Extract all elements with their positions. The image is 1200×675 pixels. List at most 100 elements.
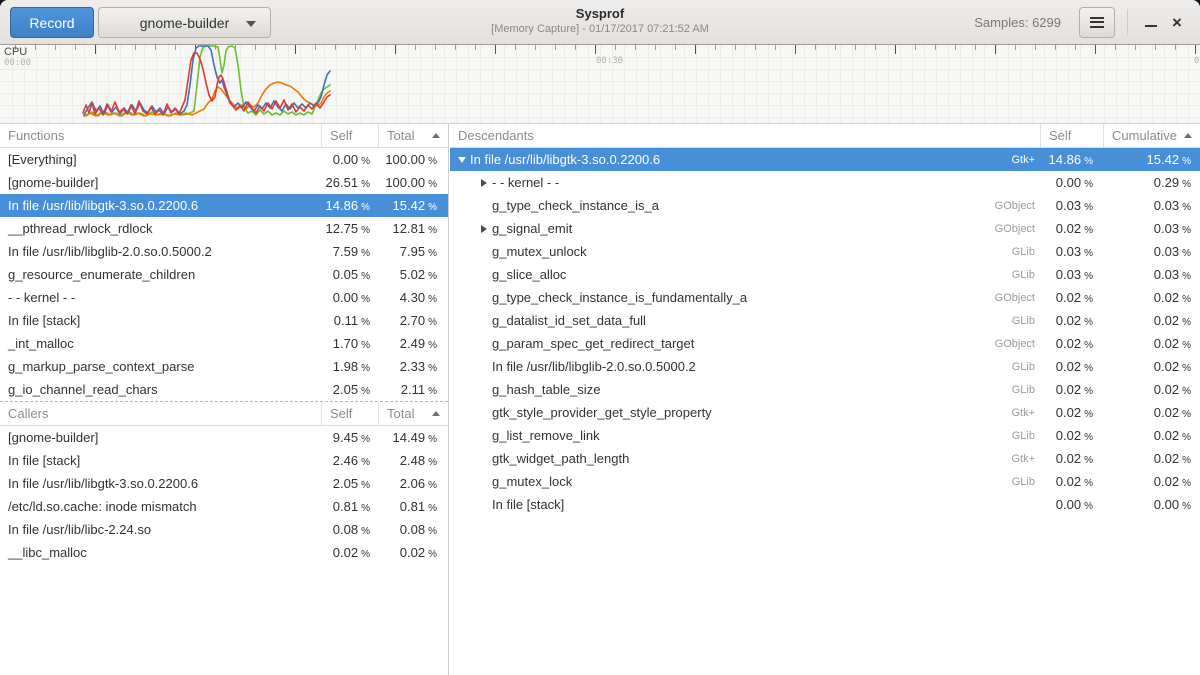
column-header-total[interactable]: Total: [378, 124, 448, 147]
percent-value: 100.00: [385, 175, 425, 190]
cell-function-name: - - kernel - -: [0, 290, 321, 305]
expander-closed-icon[interactable]: [476, 179, 492, 187]
column-header-functions[interactable]: Functions: [0, 124, 321, 147]
percent-value: 12.81: [393, 221, 426, 236]
table-row[interactable]: In file /usr/lib/libgtk-3.so.0.2200.614.…: [0, 194, 448, 217]
percent-value: 0.02: [1154, 474, 1179, 489]
menu-button[interactable]: [1079, 7, 1115, 38]
function-name-label: g_type_check_instance_is_fundamentally_a: [492, 290, 747, 305]
table-row[interactable]: In file /usr/lib/libgtk-3.so.0.2200.62.0…: [0, 472, 448, 495]
percent-sign: %: [1084, 363, 1093, 374]
close-button[interactable]: ×: [1164, 7, 1190, 38]
table-row[interactable]: [gnome-builder]26.51%100.00%: [0, 171, 448, 194]
cell-percent: 0.02%: [1103, 336, 1200, 351]
percent-sign: %: [1182, 317, 1191, 328]
library-badge: GLib: [1012, 269, 1040, 281]
minimize-button[interactable]: [1138, 7, 1164, 38]
percent-sign: %: [1182, 271, 1191, 282]
tree-row[interactable]: gtk_style_provider_get_style_propertyGtk…: [450, 401, 1200, 424]
table-row[interactable]: g_io_channel_read_chars2.05%2.11%: [0, 378, 448, 401]
cell-percent: 0.05%: [321, 267, 378, 282]
table-row[interactable]: In file /usr/lib/libc-2.24.so0.08%0.08%: [0, 518, 448, 541]
table-row[interactable]: [gnome-builder]9.45%14.49%: [0, 426, 448, 449]
percent-sign: %: [1084, 455, 1093, 466]
expander-closed-icon[interactable]: [476, 225, 492, 233]
table-row[interactable]: In file /usr/lib/libglib-2.0.so.0.5000.2…: [0, 240, 448, 263]
percent-value: 14.49: [393, 430, 426, 445]
column-header-self[interactable]: Self: [321, 402, 378, 425]
tree-row[interactable]: g_slice_allocGLib0.03%0.03%: [450, 263, 1200, 286]
function-name-label: g_mutex_unlock: [492, 244, 587, 259]
expander-open-icon[interactable]: [454, 157, 470, 163]
cell-function-name: - - kernel - -: [450, 175, 1040, 190]
tree-row[interactable]: - - kernel - -0.00%0.29%: [450, 171, 1200, 194]
tree-row[interactable]: g_param_spec_get_redirect_targetGObject0…: [450, 332, 1200, 355]
cell-percent: 0.03%: [1103, 221, 1200, 236]
cell-percent: 0.03%: [1040, 267, 1103, 282]
percent-value: 2.11: [401, 382, 425, 397]
library-badge: GObject: [995, 200, 1040, 212]
cell-function-name: /etc/ld.so.cache: inode mismatch: [0, 499, 321, 514]
cell-percent: 0.03%: [1103, 267, 1200, 282]
table-row[interactable]: _int_malloc1.70%2.49%: [0, 332, 448, 355]
table-row[interactable]: g_resource_enumerate_children0.05%5.02%: [0, 263, 448, 286]
tree-row[interactable]: g_signal_emitGObject0.02%0.03%: [450, 217, 1200, 240]
column-header-self[interactable]: Self: [321, 124, 378, 147]
percent-sign: %: [1182, 156, 1191, 167]
column-header-cumulative[interactable]: Cumulative: [1103, 124, 1200, 147]
table-row[interactable]: __libc_malloc0.02%0.02%: [0, 541, 448, 564]
tree-row[interactable]: g_datalist_id_set_data_fullGLib0.02%0.02…: [450, 309, 1200, 332]
percent-value: 2.70: [400, 313, 425, 328]
tree-row[interactable]: g_list_remove_linkGLib0.02%0.02%: [450, 424, 1200, 447]
percent-value: 0.11: [334, 313, 358, 328]
cell-function-name: In file /usr/lib/libgtk-3.so.0.2200.6Gtk…: [450, 152, 1040, 167]
column-header-self[interactable]: Self: [1040, 124, 1103, 147]
percent-sign: %: [428, 549, 437, 560]
percent-sign: %: [428, 271, 437, 282]
library-badge: GLib: [1012, 384, 1040, 396]
tree-row[interactable]: gtk_widget_path_lengthGtk+0.02%0.02%: [450, 447, 1200, 470]
cpu-graph[interactable]: CPU 00:0000:3001:00: [0, 45, 1200, 124]
column-header-descendants[interactable]: Descendants: [450, 124, 1040, 147]
table-row[interactable]: [Everything]0.00%100.00%: [0, 148, 448, 171]
process-selector-dropdown[interactable]: gnome-builder: [98, 7, 271, 38]
column-header-total[interactable]: Total: [378, 402, 448, 425]
cell-percent: 2.05%: [321, 476, 378, 491]
column-header-label: Descendants: [458, 128, 534, 143]
tree-row[interactable]: g_hash_table_sizeGLib0.02%0.02%: [450, 378, 1200, 401]
tree-row[interactable]: g_mutex_unlockGLib0.03%0.03%: [450, 240, 1200, 263]
cell-percent: 0.02%: [1103, 428, 1200, 443]
table-row[interactable]: - - kernel - -0.00%4.30%: [0, 286, 448, 309]
table-row[interactable]: g_markup_parse_context_parse1.98%2.33%: [0, 355, 448, 378]
record-button[interactable]: Record: [10, 7, 94, 38]
column-header-callers[interactable]: Callers: [0, 402, 321, 425]
cell-function-name: __pthread_rwlock_rdlock: [0, 221, 321, 236]
function-name-label: g_mutex_lock: [492, 474, 572, 489]
percent-sign: %: [1084, 432, 1093, 443]
tree-row[interactable]: g_mutex_lockGLib0.02%0.02%: [450, 470, 1200, 493]
tree-row[interactable]: In file /usr/lib/libglib-2.0.so.0.5000.2…: [450, 355, 1200, 378]
cell-percent: 9.45%: [321, 430, 378, 445]
tree-row[interactable]: In file [stack]0.00%0.00%: [450, 493, 1200, 516]
cell-percent: 7.95%: [378, 244, 448, 259]
table-row[interactable]: In file [stack]0.11%2.70%: [0, 309, 448, 332]
cell-function-name: In file [stack]: [0, 453, 321, 468]
tree-row[interactable]: g_type_check_instance_is_aGObject0.03%0.…: [450, 194, 1200, 217]
tree-row[interactable]: In file /usr/lib/libgtk-3.so.0.2200.6Gtk…: [450, 148, 1200, 171]
library-badge: GLib: [1012, 246, 1040, 258]
cell-percent: 2.11%: [378, 382, 448, 397]
tree-row[interactable]: g_type_check_instance_is_fundamentally_a…: [450, 286, 1200, 309]
percent-sign: %: [1084, 340, 1093, 351]
cell-function-name: g_mutex_lockGLib: [450, 474, 1040, 489]
triangle-right-icon: [481, 225, 487, 233]
percent-sign: %: [428, 179, 437, 190]
column-header-label: Total: [387, 406, 414, 421]
right-pane: Descendants Self Cumulative In file /usr…: [450, 124, 1200, 675]
table-row[interactable]: __pthread_rwlock_rdlock12.75%12.81%: [0, 217, 448, 240]
percent-value: 1.98: [333, 359, 358, 374]
percent-value: 2.48: [400, 453, 425, 468]
percent-value: 7.59: [333, 244, 358, 259]
table-row[interactable]: In file [stack]2.46%2.48%: [0, 449, 448, 472]
table-row[interactable]: /etc/ld.so.cache: inode mismatch0.81%0.8…: [0, 495, 448, 518]
percent-value: 0.00: [1056, 175, 1081, 190]
